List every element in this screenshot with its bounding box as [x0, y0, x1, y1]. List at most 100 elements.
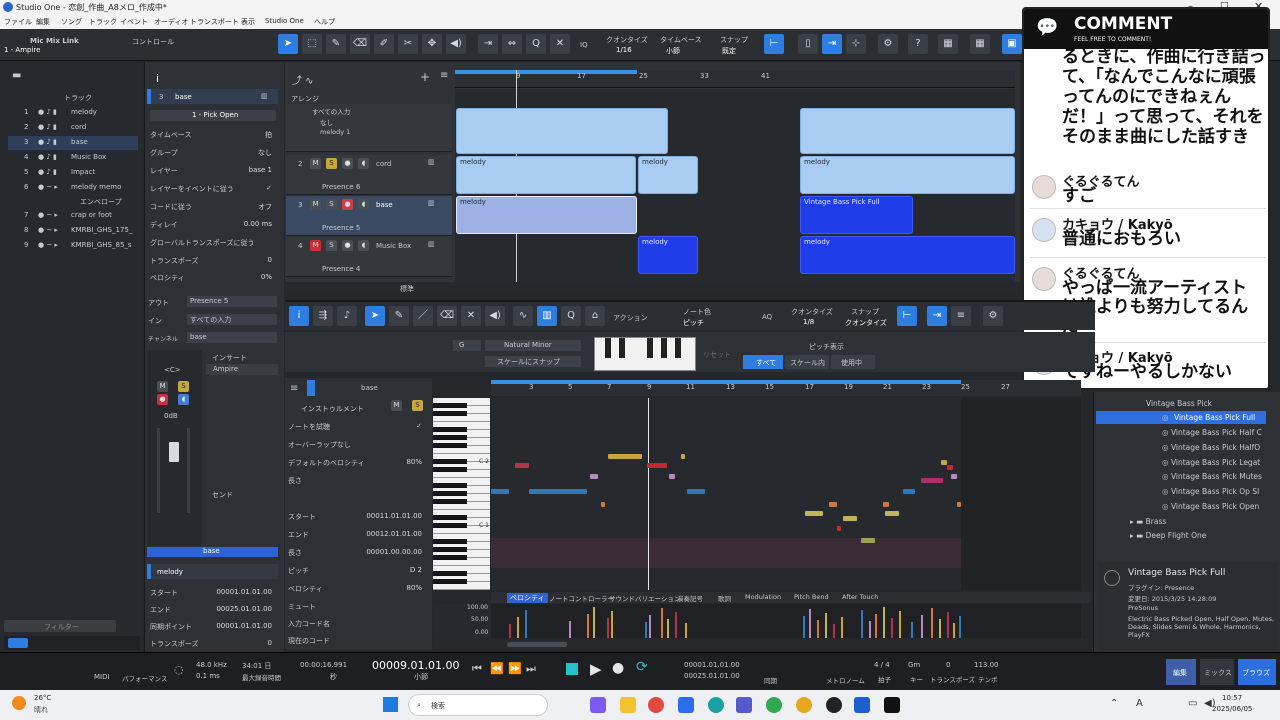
velocity-bar[interactable] [607, 618, 609, 638]
midi-note[interactable] [885, 511, 899, 516]
record-button[interactable]: ● [342, 158, 353, 169]
browse-tab[interactable]: ブラウズ [1238, 659, 1276, 685]
editor-track-name[interactable]: base [361, 384, 378, 392]
velocity-bar[interactable] [825, 613, 827, 638]
velocity-bar[interactable] [685, 623, 687, 638]
mute-button[interactable]: M [310, 199, 321, 210]
track-row-2[interactable]: 2 ● ♪ ▮ cord [8, 121, 138, 135]
velocity-lane[interactable] [491, 604, 1081, 638]
tab-sound-variation[interactable]: サウンドバリエーション [609, 593, 680, 603]
monitor-button[interactable]: ◖ [358, 158, 369, 169]
track-out[interactable]: Presence 5 [322, 224, 360, 232]
velocity-bar[interactable] [953, 623, 955, 638]
editor-settings-button[interactable]: ⚙ [983, 306, 1003, 326]
scroll-thumb[interactable] [507, 642, 567, 647]
solo-button[interactable]: S [326, 199, 337, 210]
menu-studio-one[interactable]: Studio One [265, 17, 304, 25]
window-button[interactable]: ▣ [1002, 34, 1022, 54]
midi-note[interactable] [837, 526, 841, 531]
editor-transform-tool[interactable]: ⌂ [585, 306, 605, 326]
record-button[interactable]: ● [342, 199, 353, 210]
note-row-pitch[interactable]: ピッチ D 2 [288, 564, 428, 578]
volume-fader[interactable] [169, 442, 179, 462]
velocity-bar[interactable] [947, 612, 949, 638]
performance-icon[interactable]: ◌ [174, 663, 184, 676]
dropbox-icon[interactable] [678, 697, 694, 713]
velocity-bar[interactable] [931, 608, 933, 638]
midi-note[interactable] [829, 502, 837, 507]
start-button[interactable] [383, 697, 398, 712]
mic-mix-link-label[interactable]: Mic Mix Link [30, 37, 79, 45]
split-tool-button[interactable]: ✂ [398, 34, 418, 54]
list-icon[interactable]: ≡ [440, 70, 448, 81]
listen-tool-button[interactable]: ◀) [446, 34, 466, 54]
snap-toggle-button[interactable]: ⊢ [764, 34, 784, 54]
browser-item[interactable]: ◎ Vintage Bass Pick Half C [1162, 428, 1262, 437]
editor-listen-tool[interactable]: ◀) [485, 306, 505, 326]
velocity-bar[interactable] [649, 615, 651, 638]
inspector-row-layer[interactable]: レイヤー base 1 [150, 164, 278, 178]
editor-bend-tool[interactable]: ∿ [513, 306, 533, 326]
velocity-bar[interactable] [587, 614, 589, 638]
input-select[interactable]: 1 - Ampire [4, 46, 40, 54]
app-icon[interactable] [884, 697, 900, 713]
record-button[interactable]: ● [157, 394, 168, 405]
midi-note[interactable] [883, 502, 889, 507]
pitch-used-button[interactable]: 使用中 [831, 355, 875, 369]
loop-button[interactable]: ⟳ [636, 659, 648, 675]
track-out[interactable]: Presence 6 [322, 183, 360, 191]
scale-select[interactable]: Natural Minor [485, 340, 581, 351]
track-out[interactable]: Presence 4 [322, 265, 360, 273]
arrange-tool-icons[interactable]: ⤴ ∿ [292, 72, 314, 87]
inspector-row-transpose[interactable]: トランスポーズ 0 [150, 254, 278, 268]
track-row-7[interactable]: 7 ● ~ ▸ crap or foot [8, 209, 138, 223]
pitch-all-button[interactable]: すべて [743, 355, 783, 369]
track-row-6[interactable]: 6 ● ~ ▸ melody memo [8, 181, 138, 195]
clip-melody-top-1[interactable] [456, 108, 668, 154]
menu-help[interactable]: ヘルプ [314, 17, 335, 27]
insert-slot[interactable]: Ampire [206, 364, 278, 375]
loop-end[interactable]: 00025.01.01.00 [684, 672, 740, 680]
velocity-bar[interactable] [959, 616, 961, 638]
velocity-bar[interactable] [661, 608, 663, 638]
monitor-button[interactable]: ◖ [358, 199, 369, 210]
velocity-bar[interactable] [883, 607, 885, 638]
browser-item[interactable]: ◎ Vintage Bass Pick Open [1162, 502, 1259, 511]
forward-end-button[interactable]: ⏭ [526, 662, 536, 676]
inspector-row-chord-follow[interactable]: コードに従う オフ [150, 200, 278, 214]
midi-note[interactable] [608, 454, 642, 459]
edge-icon[interactable] [708, 697, 724, 713]
pan-value[interactable]: <C> [164, 366, 181, 374]
tab-velocity[interactable]: ベロシティ [507, 593, 548, 603]
tab-after-touch[interactable]: After Touch [842, 593, 878, 601]
note-grid[interactable] [491, 398, 1081, 590]
editor-tune-button[interactable]: ♪ [337, 306, 357, 326]
paint-tool-button[interactable]: ✐ [374, 34, 394, 54]
iq-button[interactable]: IQ [580, 41, 588, 49]
language-indicator[interactable]: A [1136, 698, 1143, 709]
track-row-5[interactable]: 5 ● ♪ ▮ Impact [8, 166, 138, 180]
editor-sync-button[interactable]: ≡ [951, 306, 971, 326]
network-icon[interactable]: ▭ [1188, 698, 1197, 709]
midi-note[interactable] [491, 489, 509, 494]
editor-piano-button[interactable]: ▥ [537, 306, 557, 326]
tab-pitch-bend[interactable]: Pitch Bend [794, 593, 829, 601]
aq-button[interactable]: AQ [762, 313, 772, 321]
track-name[interactable]: cord [376, 160, 391, 168]
weather-icon[interactable] [12, 696, 26, 710]
note-row-mute[interactable]: ミュート [288, 600, 428, 614]
forward-button[interactable]: ⏩ [508, 662, 522, 675]
midi-note[interactable] [903, 489, 915, 494]
rewind-start-button[interactable]: ⏮ [472, 662, 482, 676]
note-row-chord-input[interactable]: 入力コード名 [288, 617, 428, 631]
velocity-bar[interactable] [939, 619, 941, 638]
editor-arrow-tool[interactable]: ➤ [365, 306, 385, 326]
midi-note[interactable] [647, 463, 667, 468]
rewind-button[interactable]: ⏪ [490, 662, 504, 675]
instrument-mute[interactable]: M [391, 400, 402, 411]
track-head-base[interactable]: 3 M S ● ◖ base ▥ Presence 5 [286, 196, 452, 236]
track-name[interactable]: base [376, 201, 393, 209]
event-row-end[interactable]: エンド 00025.01.01.00 [150, 603, 278, 617]
help-button[interactable]: ? [908, 34, 928, 54]
note-color-value[interactable]: ピッチ [683, 318, 704, 328]
